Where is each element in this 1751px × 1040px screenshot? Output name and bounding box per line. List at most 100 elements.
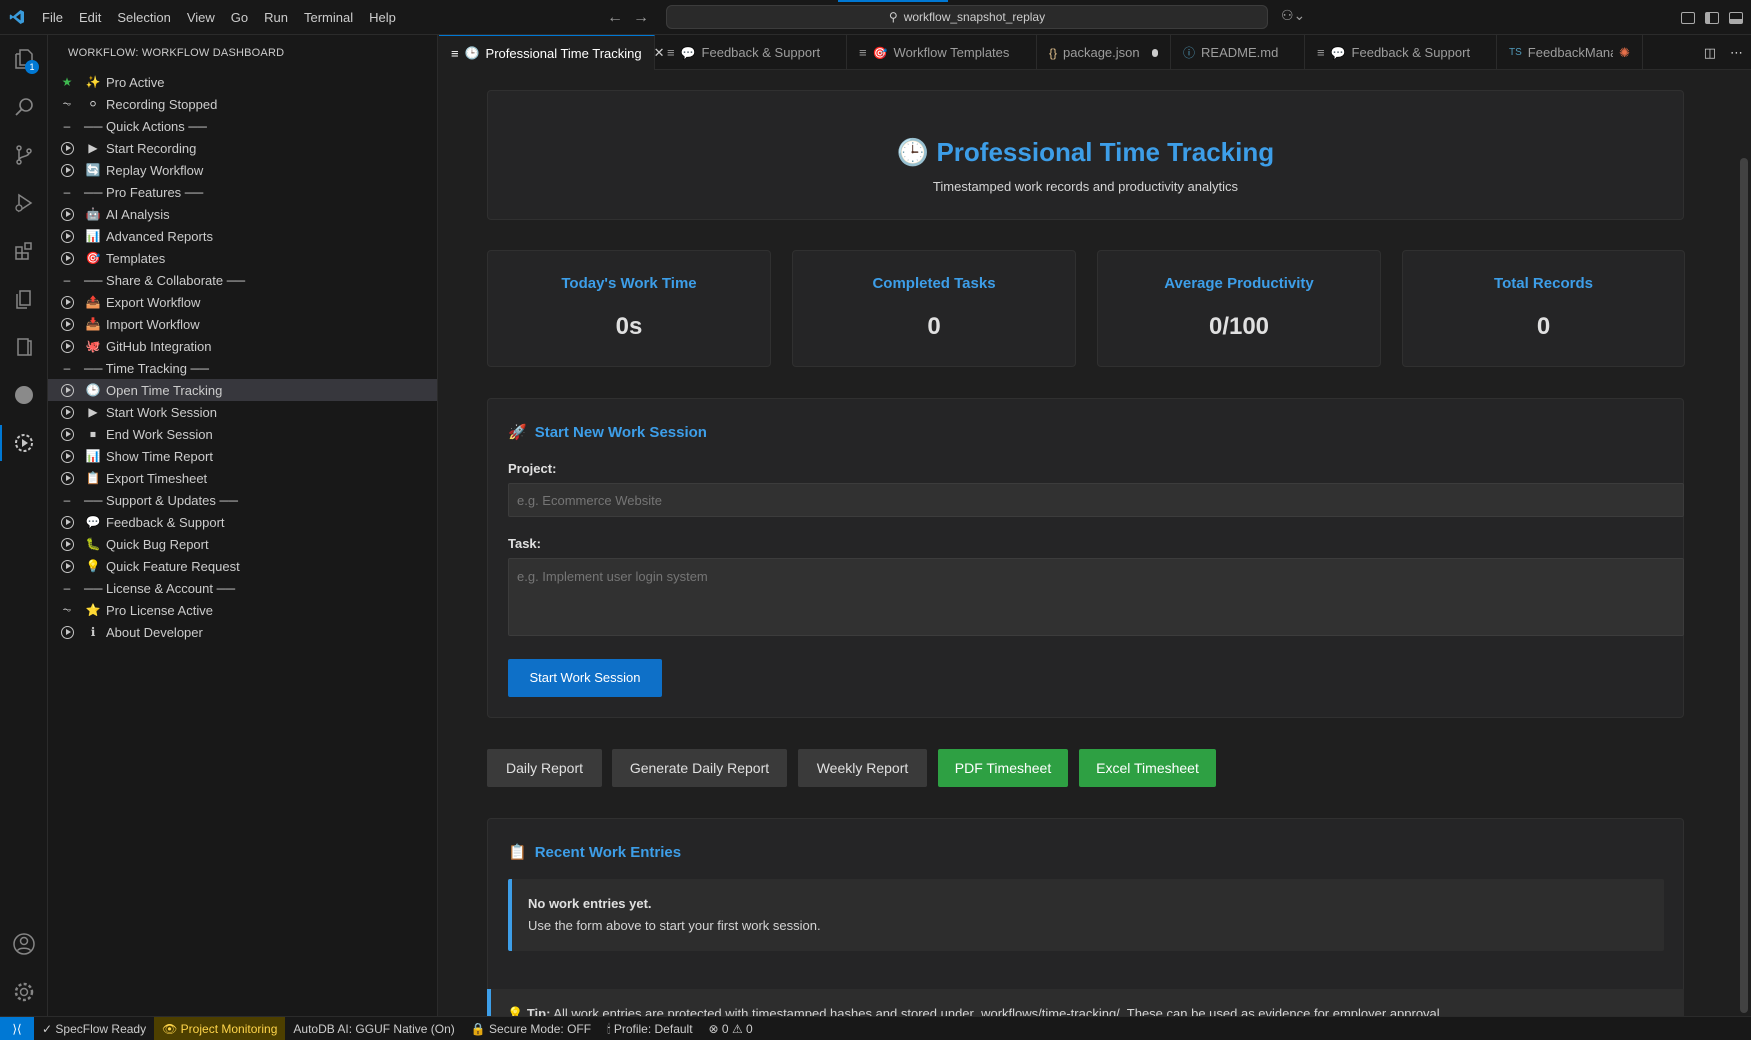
project-label: Project:	[508, 461, 557, 476]
tab-label: README.md	[1201, 45, 1279, 60]
status-autodb-ai-gguf-native-on[interactable]: AutoDB AI: GGUF Native (On)	[285, 1017, 462, 1040]
start-work-session-button[interactable]: Start Work Session	[508, 659, 662, 697]
item-emoji-icon: 🔄	[85, 163, 101, 177]
clock-icon: 🕒	[896, 137, 930, 167]
explorer-icon[interactable]: 1	[0, 35, 48, 83]
menu-run[interactable]: Run	[256, 0, 296, 35]
tab-professional-time-tracking[interactable]: ≡ 🕒 Professional Time Tracking ✕	[439, 35, 665, 70]
menu-view[interactable]: View	[179, 0, 223, 35]
workflow-icon[interactable]	[0, 419, 48, 467]
recent-entries-panel: 📋 Recent Work Entries No work entries ye…	[487, 818, 1684, 1016]
command-center-text: workflow_snapshot_replay	[903, 10, 1046, 24]
tab-feedback-support[interactable]: ≡ 💬 Feedback & Support	[655, 35, 847, 70]
status-profile-default[interactable]: 🕯 Profile: Default	[599, 1017, 700, 1040]
tree-item-export-workflow[interactable]: 📤 Export Workflow	[48, 291, 437, 313]
status-project-monitoring[interactable]: 👁 Project Monitoring	[154, 1016, 286, 1040]
status-secure-mode-off[interactable]: 🔒 Secure Mode: OFF	[463, 1017, 599, 1040]
toggle-sidebar-icon[interactable]	[1705, 11, 1719, 24]
explorer-badge: 1	[25, 60, 39, 74]
menu-selection[interactable]: Selection	[109, 0, 178, 35]
menu-edit[interactable]: Edit	[71, 0, 109, 35]
run-debug-icon[interactable]	[0, 179, 48, 227]
tree-item-start-recording[interactable]: ▶ Start Recording	[48, 137, 437, 159]
sidebar: WORKFLOW: WORKFLOW DASHBOARD ★ ✨ Pro Activ…	[48, 35, 438, 1016]
tree-item-start-work-session[interactable]: ▶ Start Work Session	[48, 401, 437, 423]
settings-gear-icon[interactable]	[0, 968, 48, 1016]
editor-tab-bar: ≡ 🕒 Professional Time Tracking ✕ ≡ 💬 Feedback …	[439, 35, 1751, 70]
run-item-icon	[58, 141, 76, 155]
tree-item-quick-actions: – ── Quick Actions ──	[48, 115, 437, 137]
stat-value: 0	[1536, 313, 1551, 340]
spark-icon: ✺	[1619, 44, 1630, 60]
menu-terminal[interactable]: Terminal	[296, 0, 361, 35]
tree-item-ai-analysis[interactable]: 🤖 AI Analysis	[48, 203, 437, 225]
tree-item-recording-stopped[interactable]: ⏦ ⚪ Recording Stopped	[48, 93, 437, 115]
run-item-icon	[58, 339, 76, 353]
lightbulb-icon: 💡	[507, 1006, 524, 1016]
more-actions-icon[interactable]: ⋯	[1730, 45, 1743, 61]
scrollbar-thumb[interactable]	[1740, 158, 1748, 1013]
tree-item-quick-feature-request[interactable]: 💡 Quick Feature Request	[48, 555, 437, 577]
item-emoji-icon: ✨	[85, 75, 101, 89]
command-center-search[interactable]: ⚲ workflow_snapshot_replay	[666, 5, 1268, 29]
tree-item-show-time-report[interactable]: 📊 Show Time Report	[48, 445, 437, 467]
tree-item-feedback-support[interactable]: 💬 Feedback & Support	[48, 511, 437, 533]
editor-scrollbar[interactable]	[1737, 150, 1751, 1016]
tab-package-json[interactable]: {} package.json	[1037, 35, 1171, 70]
pdf-timesheet-button[interactable]: PDF Timesheet	[938, 749, 1068, 787]
tree-item-export-timesheet[interactable]: 📋 Export Timesheet	[48, 467, 437, 489]
copy-files-icon[interactable]	[0, 275, 48, 323]
record-icon[interactable]	[0, 371, 48, 419]
remote-indicator-icon[interactable]: ⟩⟨	[0, 1016, 34, 1040]
tree-item-pro-license-active[interactable]: ⏦ ⭐ Pro License Active	[48, 599, 437, 621]
tree-item-github-integration[interactable]: 🐙 GitHub Integration	[48, 335, 437, 357]
unsaved-dot-icon[interactable]	[1151, 48, 1158, 57]
toggle-layout-icon[interactable]	[1681, 11, 1695, 24]
tree-item-label: Import Workflow	[106, 316, 200, 332]
status-specflow-ready[interactable]: ✓ SpecFlow Ready	[34, 1017, 154, 1040]
search-view-icon[interactable]	[0, 83, 48, 131]
copilot-icon[interactable]: ⚇⌄	[1281, 7, 1305, 24]
tree-item-end-work-session[interactable]: ⏹ End Work Session	[48, 423, 437, 445]
project-input[interactable]	[508, 483, 1684, 517]
tab-feedbackmanag[interactable]: TS FeedbackManag ✺	[1497, 35, 1643, 70]
generate-daily-report-button[interactable]: Generate Daily Report	[612, 749, 787, 787]
weekly-report-button[interactable]: Weekly Report	[798, 749, 927, 787]
tree-item-open-time-tracking[interactable]: 🕒 Open Time Tracking	[48, 379, 437, 401]
status-0-0[interactable]: ⊗ 0 ⚠ 0	[701, 1017, 761, 1040]
tab-readme-md[interactable]: ⓘ README.md	[1171, 35, 1305, 70]
page-subtitle: Timestamped work records and productivit…	[932, 179, 1239, 194]
tree-item-replay-workflow[interactable]: 🔄 Replay Workflow	[48, 159, 437, 181]
tree-item-about-developer[interactable]: ℹ About Developer	[48, 621, 437, 643]
item-emoji-icon: 🎯	[85, 251, 101, 265]
daily-report-button[interactable]: Daily Report	[487, 749, 602, 787]
tab-file-icon: 🕒	[464, 46, 480, 60]
excel-timesheet-button[interactable]: Excel Timesheet	[1079, 749, 1216, 787]
toggle-panel-icon[interactable]	[1729, 11, 1743, 24]
tree-item-label: Recording Stopped	[106, 96, 218, 112]
stat-card-total-records: Total Records 0	[1402, 250, 1685, 367]
tree-item-label: Start Recording	[106, 140, 197, 156]
back-arrow-icon[interactable]: ←	[607, 9, 623, 27]
source-control-icon[interactable]	[0, 131, 48, 179]
forward-arrow-icon[interactable]: →	[633, 9, 649, 27]
menu-file[interactable]: File	[34, 0, 71, 35]
menu-help[interactable]: Help	[361, 0, 404, 35]
tree-item-pro-active[interactable]: ★ ✨ Pro Active	[48, 71, 437, 93]
tab-feedback-support[interactable]: ≡ 💬 Feedback & Support	[1305, 35, 1497, 70]
tree-item-import-workflow[interactable]: 📥 Import Workflow	[48, 313, 437, 335]
sidebar-title: WORKFLOW: WORKFLOW DASHBOARD	[68, 47, 285, 59]
tree-item-templates[interactable]: 🎯 Templates	[48, 247, 437, 269]
split-editor-icon[interactable]: ◫	[1704, 45, 1716, 61]
pulse-icon: ⏦	[62, 603, 72, 616]
menu-go[interactable]: Go	[223, 0, 256, 35]
tree-item-quick-bug-report[interactable]: 🐛 Quick Bug Report	[48, 533, 437, 555]
book-icon[interactable]	[0, 323, 48, 371]
tree-item-advanced-reports[interactable]: 📊 Advanced Reports	[48, 225, 437, 247]
extensions-icon[interactable]	[0, 227, 48, 275]
accounts-icon[interactable]	[0, 920, 48, 968]
task-textarea[interactable]	[508, 558, 1684, 636]
tab-workflow-templates[interactable]: ≡ 🎯 Workflow Templates	[847, 35, 1037, 70]
preview-icon: ≡	[1317, 45, 1325, 60]
item-emoji-icon: 🕒	[85, 383, 101, 397]
